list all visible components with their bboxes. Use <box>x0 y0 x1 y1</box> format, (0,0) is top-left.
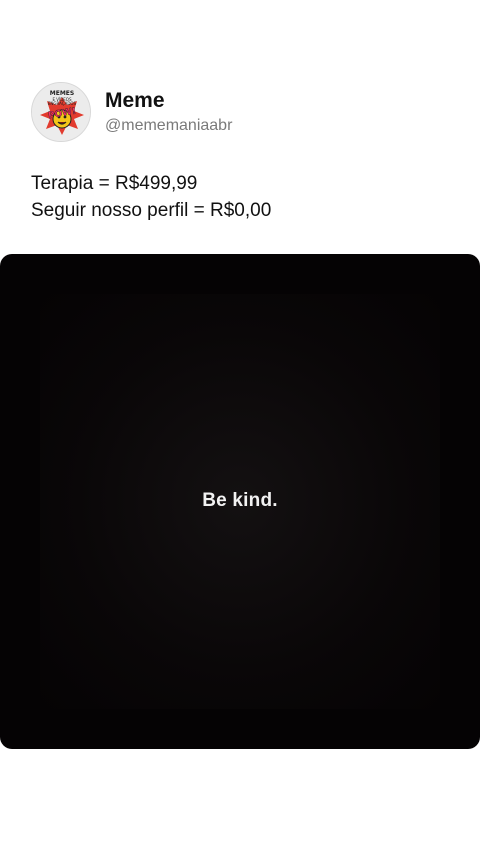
media-video[interactable]: Be kind. <box>0 254 480 749</box>
avatar[interactable]: MEMES E VÍDEOS ENGRAÇADOS POW! <box>31 82 91 142</box>
author-display-name[interactable]: Meme <box>105 89 165 113</box>
post-text-line-1: Terapia = R$499,99 <box>31 173 198 194</box>
post-header: MEMES E VÍDEOS ENGRAÇADOS POW! Meme @mem… <box>31 82 451 144</box>
post-text-line-2: Seguir nosso perfil = R$0,00 <box>31 200 272 221</box>
avatar-text-top: MEMES <box>50 90 74 97</box>
media-caption: Be kind. <box>202 490 278 511</box>
author-handle[interactable]: @mememaniaabr <box>105 117 232 135</box>
avatar-text-middle2: ENGRAÇADOS <box>48 101 77 106</box>
post-text: Terapia = R$499,99 Seguir nosso perfil =… <box>31 170 461 224</box>
avatar-logo-icon: MEMES E VÍDEOS ENGRAÇADOS POW! <box>32 83 90 141</box>
